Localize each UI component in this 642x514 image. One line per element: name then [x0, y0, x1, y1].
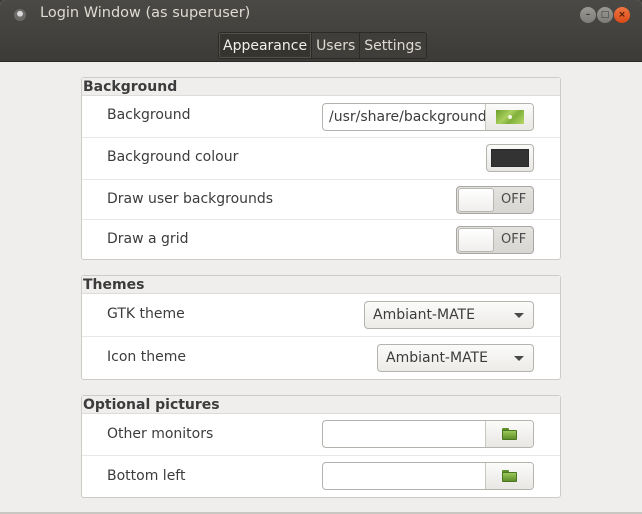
- icon-theme-dropdown[interactable]: Ambiant-MATE: [377, 344, 534, 372]
- titlebar[interactable]: Login Window (as superuser) – □ × Appear…: [0, 0, 642, 62]
- other-monitors-label: Other monitors: [107, 426, 214, 442]
- draw-grid-toggle[interactable]: OFF: [456, 226, 534, 254]
- themes-section: Themes GTK theme Ambiant-MATE Icon theme…: [81, 275, 561, 380]
- row-background: Background /usr/share/backgrounds/: [82, 96, 560, 138]
- chevron-down-icon: [514, 312, 524, 318]
- tab-appearance[interactable]: Appearance: [219, 33, 313, 58]
- other-monitors-file-chooser[interactable]: [322, 420, 534, 448]
- minimize-button[interactable]: –: [580, 7, 596, 23]
- row-background-colour: Background colour: [82, 138, 560, 180]
- bottom-left-path-field[interactable]: [323, 463, 485, 489]
- login-window-icon: [14, 9, 26, 21]
- folder-icon: [502, 428, 517, 440]
- toggle-knob: [458, 188, 494, 212]
- section-header-optional-pictures: Optional pictures: [82, 396, 560, 414]
- section-header-background: Background: [82, 78, 560, 96]
- section-header-themes: Themes: [82, 276, 560, 294]
- row-draw-user-backgrounds: Draw user backgrounds OFF: [82, 180, 560, 220]
- image-thumbnail-icon: [495, 110, 524, 124]
- row-icon-theme: Icon theme Ambiant-MATE: [82, 337, 560, 379]
- gtk-theme-value: Ambiant-MATE: [373, 307, 475, 323]
- background-label: Background: [107, 107, 191, 123]
- tab-bar: Appearance Users Settings: [218, 32, 427, 59]
- gtk-theme-dropdown[interactable]: Ambiant-MATE: [364, 301, 534, 329]
- bottom-left-browse-button[interactable]: [485, 463, 533, 489]
- maximize-button[interactable]: □: [597, 7, 613, 23]
- icon-theme-label: Icon theme: [107, 349, 186, 365]
- tab-settings[interactable]: Settings: [360, 33, 426, 58]
- other-monitors-browse-button[interactable]: [485, 421, 533, 447]
- draw-grid-label: Draw a grid: [107, 231, 189, 247]
- row-bottom-left: Bottom left: [82, 456, 560, 498]
- gtk-theme-label: GTK theme: [107, 306, 185, 322]
- bottom-left-file-chooser[interactable]: [322, 462, 534, 490]
- close-button[interactable]: ×: [614, 7, 630, 23]
- other-monitors-path-field[interactable]: [323, 421, 485, 447]
- draw-user-backgrounds-toggle[interactable]: OFF: [456, 186, 534, 214]
- folder-icon: [502, 470, 517, 482]
- background-colour-label: Background colour: [107, 149, 239, 165]
- row-draw-grid: Draw a grid OFF: [82, 220, 560, 260]
- tab-users[interactable]: Users: [312, 33, 361, 58]
- login-window: Login Window (as superuser) – □ × Appear…: [0, 0, 642, 514]
- background-file-chooser[interactable]: /usr/share/backgrounds/: [322, 103, 534, 131]
- row-other-monitors: Other monitors: [82, 414, 560, 456]
- background-path-field[interactable]: /usr/share/backgrounds/: [323, 104, 485, 130]
- background-colour-button[interactable]: [486, 144, 534, 172]
- toggle-state: OFF: [501, 232, 527, 247]
- row-gtk-theme: GTK theme Ambiant-MATE: [82, 294, 560, 337]
- chevron-down-icon: [514, 355, 524, 361]
- window-title: Login Window (as superuser): [40, 5, 251, 21]
- background-browse-button[interactable]: [485, 104, 533, 130]
- toggle-knob: [458, 228, 494, 252]
- background-section: Background Background /usr/share/backgro…: [81, 77, 561, 260]
- colour-swatch: [491, 149, 529, 167]
- toggle-state: OFF: [501, 192, 527, 207]
- icon-theme-value: Ambiant-MATE: [386, 350, 488, 366]
- optional-pictures-section: Optional pictures Other monitors Bottom …: [81, 395, 561, 498]
- draw-user-backgrounds-label: Draw user backgrounds: [107, 191, 274, 207]
- bottom-left-label: Bottom left: [107, 468, 186, 484]
